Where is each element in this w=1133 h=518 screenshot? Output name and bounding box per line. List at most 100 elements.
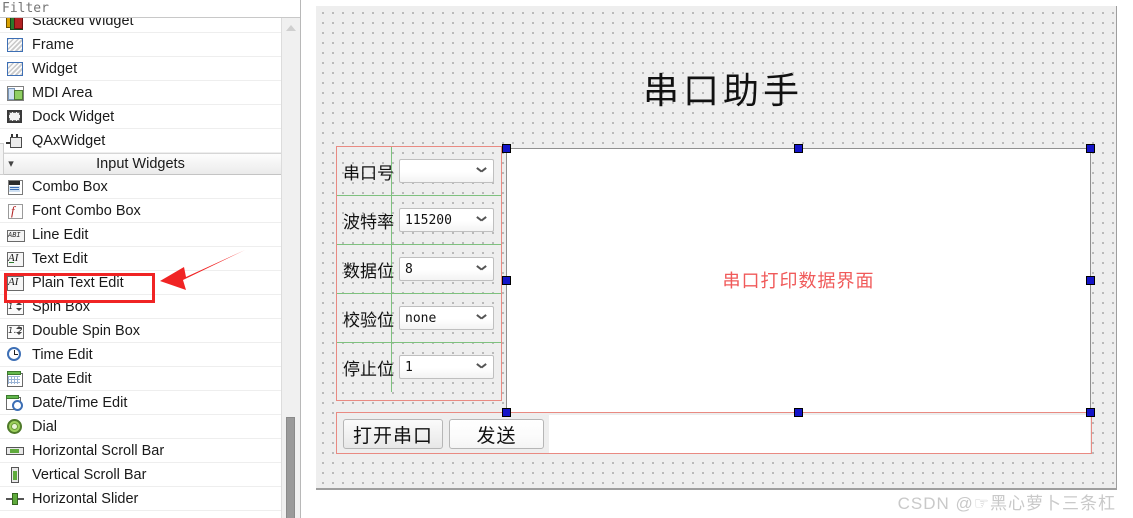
selection-handle-top-right[interactable] bbox=[1086, 144, 1095, 153]
widget-group-input-widgets[interactable]: ▾ Input Widgets bbox=[0, 153, 281, 175]
font-combo-box-icon: f bbox=[6, 203, 24, 219]
widget-item-spin-box[interactable]: 1 Spin Box bbox=[0, 295, 281, 319]
widget-list[interactable]: Stacked Widget Frame Widget MDI Area Doc… bbox=[0, 18, 281, 518]
combo-stop-bits[interactable]: 1 bbox=[399, 355, 494, 379]
chevron-down-icon bbox=[477, 265, 486, 271]
dock-widget-icon bbox=[6, 109, 24, 125]
combo-value: 1 bbox=[405, 360, 413, 375]
chevron-down-icon bbox=[477, 216, 486, 222]
widget-item-label: Double Spin Box bbox=[32, 322, 141, 339]
selection-handle-bottom-center[interactable] bbox=[794, 408, 803, 417]
button-row-layout: 打开串口 发送 bbox=[336, 412, 1092, 454]
widget-item-dial[interactable]: Dial bbox=[0, 415, 281, 439]
widget-item-stacked-widget[interactable]: Stacked Widget bbox=[0, 18, 281, 33]
selection-handle-middle-right[interactable] bbox=[1086, 276, 1095, 285]
selection-handle-top-center[interactable] bbox=[794, 144, 803, 153]
widget-item-frame[interactable]: Frame bbox=[0, 33, 281, 57]
widget-box-panel: Stacked Widget Frame Widget MDI Area Doc… bbox=[0, 0, 300, 518]
chevron-down-icon bbox=[477, 167, 486, 173]
widget-item-label: MDI Area bbox=[32, 84, 93, 101]
filter-input[interactable] bbox=[2, 1, 296, 16]
form-row: 数据位 8 bbox=[337, 245, 501, 294]
widget-item-label: Spin Box bbox=[32, 298, 91, 315]
send-button[interactable]: 发送 bbox=[449, 419, 544, 449]
settings-form-layout[interactable]: 串口号 波特率 115200 数据位 8 校验位 none 停止位 1 bbox=[336, 146, 502, 401]
widget-item-label: Horizontal Slider bbox=[32, 490, 139, 507]
form-title-label: 串口助手 bbox=[643, 71, 804, 111]
widget-box-scrollbar[interactable] bbox=[281, 18, 300, 518]
selection-handle-top-left[interactable] bbox=[502, 144, 511, 153]
widget-item-combo-box[interactable]: Combo Box bbox=[0, 175, 281, 199]
scrollbar-thumb[interactable] bbox=[286, 417, 295, 518]
widget-item-label: Plain Text Edit bbox=[32, 274, 124, 291]
combo-serial-port[interactable] bbox=[399, 159, 494, 183]
widget-group-label: Input Widgets bbox=[96, 156, 185, 172]
widget-item-dock-widget[interactable]: Dock Widget bbox=[0, 105, 281, 129]
form-row: 校验位 none bbox=[337, 294, 501, 343]
label-data-bits: 数据位 bbox=[343, 262, 394, 281]
label-baud-rate: 波特率 bbox=[343, 213, 394, 232]
plain-text-edit-widget[interactable]: 串口打印数据界面 bbox=[506, 148, 1091, 413]
widget-item-horizontal-slider[interactable]: Horizontal Slider bbox=[0, 487, 281, 511]
widget-item-label: Date/Time Edit bbox=[32, 394, 128, 411]
combo-data-bits[interactable]: 8 bbox=[399, 257, 494, 281]
widget-item-date-edit[interactable]: Date Edit bbox=[0, 367, 281, 391]
double-spin-box-icon: 1.2 bbox=[6, 323, 24, 339]
widget-item-vertical-scroll-bar[interactable]: Vertical Scroll Bar bbox=[0, 463, 281, 487]
qax-widget-icon bbox=[6, 133, 24, 149]
horizontal-slider-icon bbox=[6, 491, 24, 507]
widget-item-label: Dial bbox=[32, 418, 57, 435]
combo-value: 8 bbox=[405, 262, 413, 277]
text-edit-icon: AI bbox=[6, 251, 24, 267]
widget-item-date-time-edit[interactable]: Date/Time Edit bbox=[0, 391, 281, 415]
form-row: 停止位 1 bbox=[337, 343, 501, 392]
label-serial-port: 串口号 bbox=[343, 164, 394, 183]
date-edit-icon bbox=[6, 370, 24, 387]
combo-value: 115200 bbox=[405, 213, 452, 228]
label-stop-bits: 停止位 bbox=[343, 360, 394, 379]
panel-tab-handle[interactable] bbox=[0, 143, 4, 175]
selection-handle-bottom-right[interactable] bbox=[1086, 408, 1095, 417]
widget-item-label: Combo Box bbox=[32, 178, 108, 195]
widget-item-qax-widget[interactable]: QAxWidget bbox=[0, 129, 281, 153]
widget-item-label: Font Combo Box bbox=[32, 202, 141, 219]
widget-item-double-spin-box[interactable]: 1.2 Double Spin Box bbox=[0, 319, 281, 343]
form-canvas[interactable]: 串口助手 串口号 波特率 115200 数据位 8 校验位 none 停止位 1… bbox=[316, 6, 1117, 490]
widget-item-label: Date Edit bbox=[32, 370, 92, 387]
widget-item-label: QAxWidget bbox=[32, 132, 106, 149]
form-row: 波特率 115200 bbox=[337, 196, 501, 245]
scroll-up-arrow-icon[interactable] bbox=[282, 18, 300, 36]
frame-icon bbox=[6, 37, 24, 53]
combo-parity-bits[interactable]: none bbox=[399, 306, 494, 330]
spin-box-icon: 1 bbox=[6, 299, 24, 315]
combo-baud-rate[interactable]: 115200 bbox=[399, 208, 494, 232]
widget-item-label: Text Edit bbox=[32, 250, 88, 267]
widget-item-widget[interactable]: Widget bbox=[0, 57, 281, 81]
selection-handle-bottom-left[interactable] bbox=[502, 408, 511, 417]
widget-icon bbox=[6, 61, 24, 77]
widget-item-horizontal-scroll-bar[interactable]: Horizontal Scroll Bar bbox=[0, 439, 281, 463]
widget-item-plain-text-edit[interactable]: AI Plain Text Edit bbox=[0, 271, 281, 295]
time-edit-icon bbox=[6, 346, 24, 363]
selection-handle-middle-left[interactable] bbox=[502, 276, 511, 285]
widget-item-time-edit[interactable]: Time Edit bbox=[0, 343, 281, 367]
open-serial-port-button[interactable]: 打开串口 bbox=[343, 419, 443, 449]
dial-icon bbox=[6, 418, 24, 435]
date-time-edit-icon bbox=[6, 394, 24, 411]
watermark-text: CSDN @☞黑心萝卜三条杠 bbox=[897, 494, 1116, 513]
chevron-down-icon bbox=[477, 314, 486, 320]
filter-row bbox=[0, 0, 300, 18]
combo-box-icon bbox=[6, 179, 24, 195]
vertical-scroll-bar-icon bbox=[6, 466, 24, 483]
widget-item-label: Widget bbox=[32, 60, 78, 77]
widget-item-mdi-area[interactable]: MDI Area bbox=[0, 81, 281, 105]
widget-item-text-edit[interactable]: AI Text Edit bbox=[0, 247, 281, 271]
widget-item-label: Frame bbox=[32, 36, 74, 53]
widget-item-font-combo-box[interactable]: f Font Combo Box bbox=[0, 199, 281, 223]
form-row: 串口号 bbox=[337, 147, 501, 196]
designer-canvas-pane: 串口助手 串口号 波特率 115200 数据位 8 校验位 none 停止位 1… bbox=[300, 0, 1133, 518]
line-edit-icon: ABI bbox=[6, 227, 25, 243]
widget-item-label: Dock Widget bbox=[32, 108, 115, 125]
widget-item-label: Line Edit bbox=[32, 226, 89, 243]
widget-item-line-edit[interactable]: ABI Line Edit bbox=[0, 223, 281, 247]
